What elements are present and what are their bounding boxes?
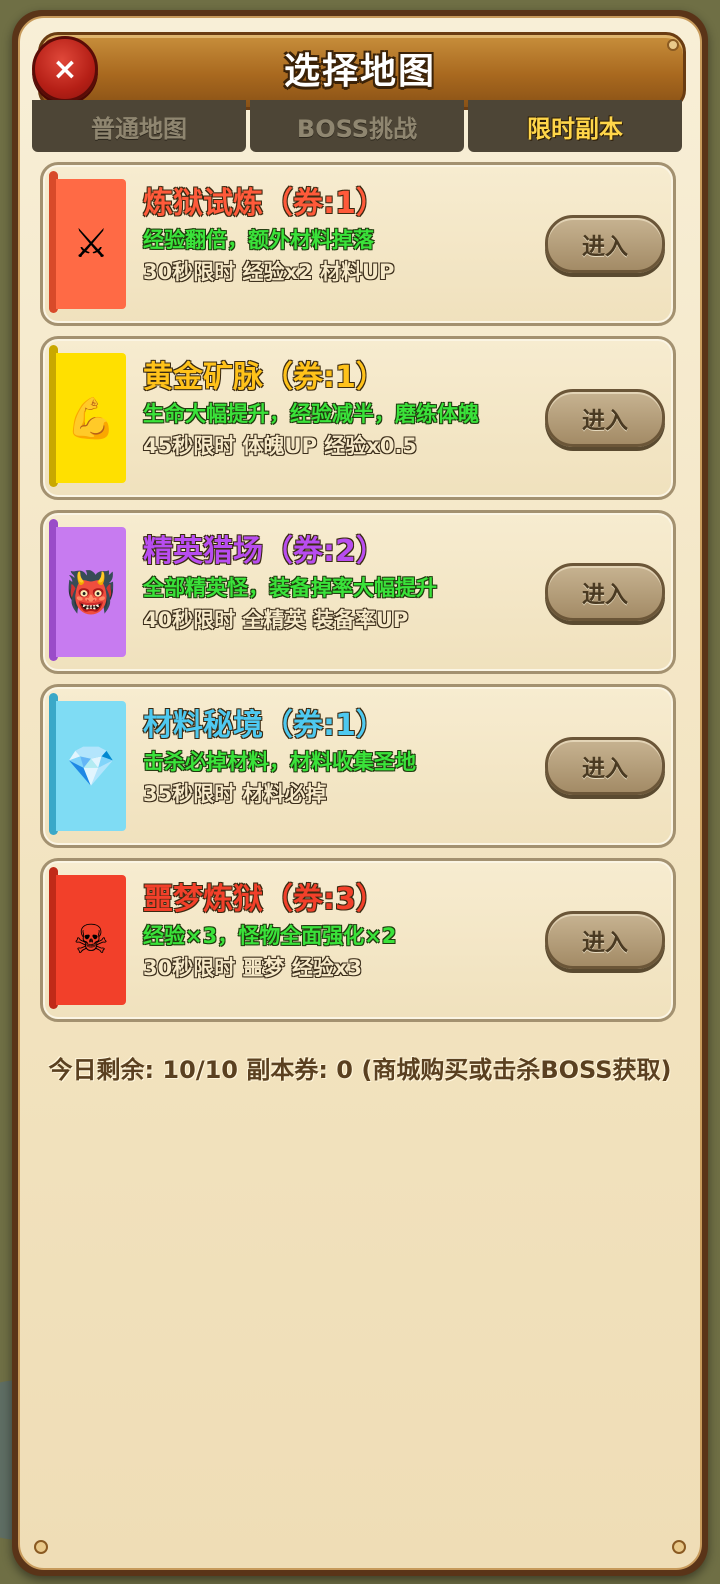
dungeon-card: 💎 材料秘境（券:1） 击杀必掉材料，材料收集圣地 35秒限时 材料必掉 进入 [40,684,676,848]
dungeon-details: 45秒限时 体魄UP 经验x0.5 [143,434,418,458]
dungeon-details: 35秒限时 材料必掉 [143,782,327,806]
ogre-mask-icon: 👹 [66,569,116,616]
dungeon-title: 炼狱试炼（券:1） [143,186,386,221]
flexed-arm-icon: 💪 [66,395,116,442]
dungeon-title: 精英猎场（券:2） [143,534,386,569]
skull-crossbones-icon: ☠ [73,917,109,963]
dungeon-title: 噩梦炼狱（券:3） [143,882,386,917]
tab-bar: 普通地图 BOSS挑战 限时副本 [32,100,682,152]
dungeon-details: 30秒限时 噩梦 经验x3 [143,956,363,980]
dungeon-details: 30秒限时 经验x2 材料UP [143,260,395,284]
dungeon-banner: 💎 [56,701,126,831]
corner-rivet [34,1540,48,1554]
dungeon-banner: ⚔ [56,179,126,309]
tab-boss-challenge[interactable]: BOSS挑战 [250,100,464,152]
dungeon-banner: ☠ [56,875,126,1005]
dungeon-title: 黄金矿脉（券:1） [143,360,386,395]
dialog-title: 选择地图 [283,51,436,92]
crossed-swords-icon: ⚔ [73,221,109,267]
tab-timed-dungeon[interactable]: 限时副本 [468,100,682,152]
gem-icon: 💎 [66,743,116,790]
dungeon-description: 生命大幅提升，经验减半，磨练体魄 [143,402,479,426]
enter-button[interactable]: 进入 [545,737,665,795]
dungeon-description: 经验×3，怪物全面强化×2 [143,924,397,948]
dungeon-list: ⚔ 炼狱试炼（券:1） 经验翻倍，额外材料掉落 30秒限时 经验x2 材料UP … [40,162,676,1032]
dungeon-description: 全部精英怪，装备掉率大幅提升 [143,576,437,600]
close-icon: × [52,51,78,87]
tab-normal-map[interactable]: 普通地图 [32,100,246,152]
enter-button[interactable]: 进入 [545,389,665,447]
enter-button[interactable]: 进入 [545,215,665,273]
enter-button[interactable]: 进入 [545,563,665,621]
corner-rivet [672,1540,686,1554]
daily-remaining-status: 今日剩余: 10/10 副本券: 0 (商城购买或击杀BOSS获取) [48,1056,672,1084]
dungeon-description: 击杀必掉材料，材料收集圣地 [143,750,416,774]
dungeon-banner: 💪 [56,353,126,483]
dungeon-description: 经验翻倍，额外材料掉落 [143,228,374,252]
dungeon-card: 👹 精英猎场（券:2） 全部精英怪，装备掉率大幅提升 40秒限时 全精英 装备率… [40,510,676,674]
dungeon-banner: 👹 [56,527,126,657]
dungeon-card: ☠ 噩梦炼狱（券:3） 经验×3，怪物全面强化×2 30秒限时 噩梦 经验x3 … [40,858,676,1022]
enter-button[interactable]: 进入 [545,911,665,969]
close-button[interactable]: × [32,36,98,102]
dungeon-title: 材料秘境（券:1） [143,708,386,743]
dungeon-details: 40秒限时 全精英 装备率UP [143,608,409,632]
dungeon-card: ⚔ 炼狱试炼（券:1） 经验翻倍，额外材料掉落 30秒限时 经验x2 材料UP … [40,162,676,326]
dungeon-card: 💪 黄金矿脉（券:1） 生命大幅提升，经验减半，磨练体魄 45秒限时 体魄UP … [40,336,676,500]
